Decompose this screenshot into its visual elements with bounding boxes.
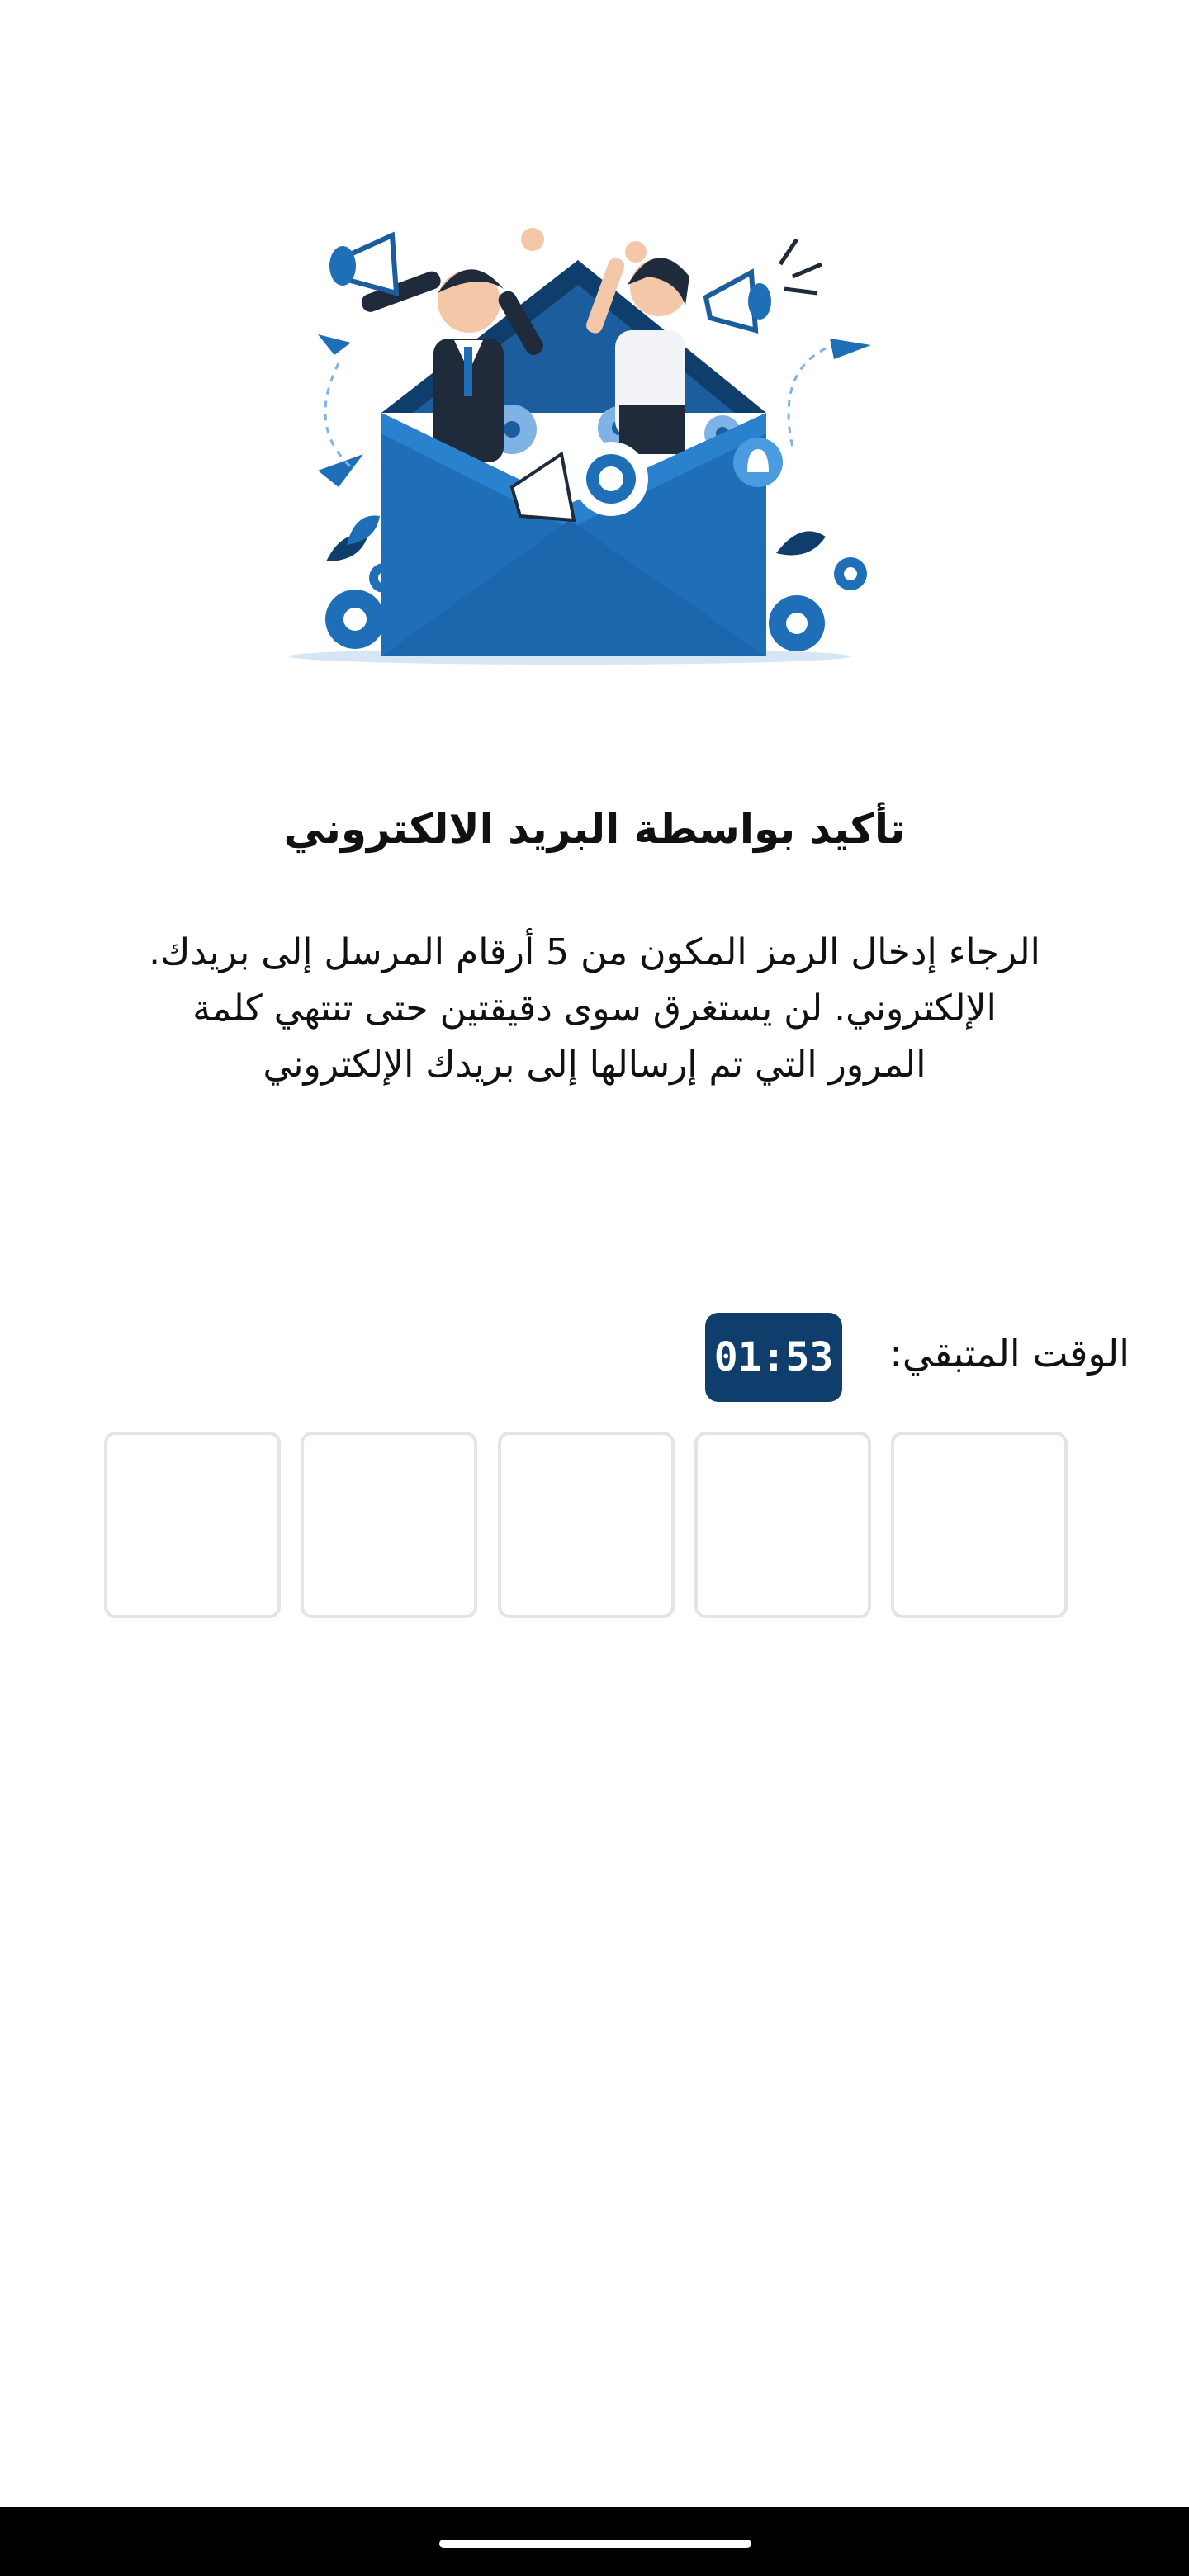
otp-digit-input[interactable] bbox=[301, 1432, 477, 1618]
timer-countdown: 01:53 bbox=[705, 1313, 842, 1402]
page-title: تأكيد بواسطة البريد الالكتروني bbox=[283, 805, 906, 853]
home-indicator[interactable] bbox=[439, 2540, 751, 2548]
timer-row: 01:53 الوقت المتبقي: bbox=[0, 1313, 1189, 1404]
timer-label: الوقت المتبقي: bbox=[889, 1331, 1130, 1376]
email-announcement-illustration bbox=[289, 228, 871, 665]
otp-digit-input[interactable] bbox=[891, 1432, 1068, 1618]
otp-digit-input[interactable] bbox=[104, 1432, 281, 1618]
description-line: .الرجاء إدخال الرمز المكون من 5 أرقام ال… bbox=[149, 931, 1040, 973]
otp-digit-input[interactable] bbox=[694, 1432, 871, 1618]
otp-input-row bbox=[104, 1432, 1068, 1618]
description-line: الإلكتروني. لن يستغرق سوى دقيقتين حتى تن… bbox=[192, 987, 997, 1030]
page-description: .الرجاء إدخال الرمز المكون من 5 أرقام ال… bbox=[58, 925, 1131, 1093]
otp-digit-input[interactable] bbox=[498, 1432, 675, 1618]
description-line: المرور التي تم إرسالها إلى بريدك الإلكتر… bbox=[263, 1044, 926, 1086]
